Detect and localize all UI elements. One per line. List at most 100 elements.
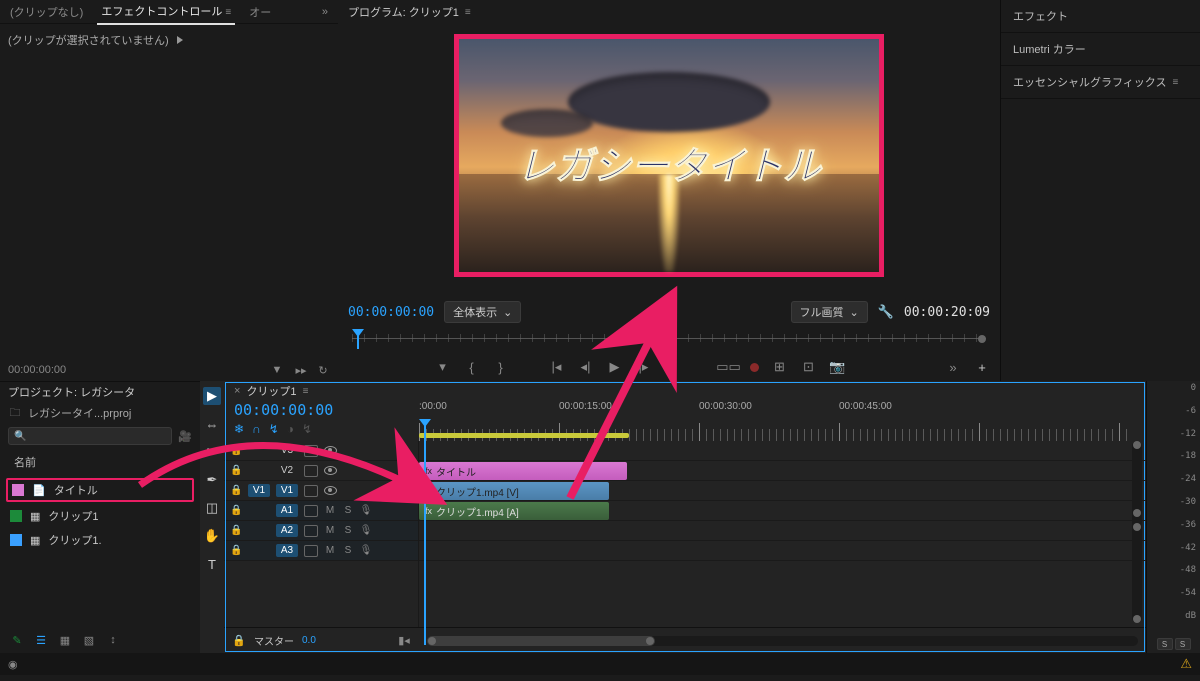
- track-target[interactable]: A2: [276, 524, 298, 537]
- track-lane[interactable]: [419, 521, 1146, 541]
- voice-icon[interactable]: 🎙: [360, 525, 372, 537]
- sync-lock-icon[interactable]: [304, 545, 318, 557]
- tool-3[interactable]: ✒: [203, 471, 221, 489]
- eye-icon[interactable]: [324, 446, 337, 455]
- track-target[interactable]: A1: [276, 504, 298, 517]
- track-header-V1[interactable]: 🔒 V1 V1: [224, 481, 418, 501]
- solo-icon[interactable]: S: [342, 505, 354, 517]
- solo-icon[interactable]: S: [342, 545, 354, 557]
- list-view-icon[interactable]: ☰: [34, 633, 48, 647]
- lock-icon[interactable]: 🔒: [230, 525, 242, 536]
- freeform-view-icon[interactable]: ▧: [82, 633, 96, 647]
- loop-icon[interactable]: ↻: [316, 363, 330, 377]
- magnet-toggle[interactable]: ∩: [252, 422, 261, 436]
- timeline-clip[interactable]: fxクリップ1.mp4 [V]: [419, 482, 609, 500]
- creative-cloud-icon[interactable]: ◉: [8, 658, 18, 671]
- program-monitor[interactable]: レガシータイトル: [454, 34, 884, 277]
- lift-icon[interactable]: ▭▭: [721, 359, 737, 375]
- project-item[interactable]: ▦ クリップ1.: [0, 528, 200, 552]
- tool-4[interactable]: ◫: [203, 499, 221, 517]
- program-scrub-bar[interactable]: [352, 329, 986, 351]
- add-button-icon[interactable]: +: [974, 359, 990, 375]
- eye-icon[interactable]: [324, 466, 337, 475]
- step-fwd-icon[interactable]: |▸: [636, 359, 652, 375]
- step-back-icon[interactable]: ◂|: [578, 359, 594, 375]
- sync-lock-icon[interactable]: [304, 505, 318, 517]
- close-icon[interactable]: ×: [234, 385, 240, 397]
- panel-lumetri[interactable]: Lumetri カラー: [1001, 33, 1200, 66]
- track-lane[interactable]: fxクリップ1.mp4 [V]: [419, 481, 1146, 501]
- eye-icon[interactable]: [324, 486, 337, 495]
- timeline-clip[interactable]: fxクリップ1.mp4 [A]: [419, 502, 609, 520]
- project-search-input[interactable]: 🔍: [8, 427, 172, 445]
- track-lane[interactable]: [419, 541, 1146, 561]
- export-frame-icon[interactable]: 📷: [830, 359, 846, 375]
- sequence-tab[interactable]: クリップ1: [246, 383, 296, 399]
- sort-icon[interactable]: ↕: [106, 633, 120, 647]
- meter-icon[interactable]: ▮◂: [397, 634, 411, 648]
- tab-audio[interactable]: オー: [245, 0, 275, 24]
- tab-no-clip[interactable]: (クリップなし): [6, 0, 87, 24]
- mute-icon[interactable]: M: [324, 525, 336, 537]
- marker-toggle[interactable]: ◑: [287, 422, 294, 436]
- tool-5[interactable]: ✋: [203, 527, 221, 545]
- tab-effect-controls[interactable]: エフェクトコントロール ≡: [97, 0, 235, 25]
- overwrite-icon[interactable]: ⊡: [801, 359, 817, 375]
- sync-lock-icon[interactable]: [304, 485, 318, 497]
- bin-icon[interactable]: 🗀: [8, 406, 22, 420]
- tabs-overflow[interactable]: »: [318, 2, 332, 22]
- goto-in-icon[interactable]: |◂: [549, 359, 565, 375]
- timeline-clip[interactable]: fxタイトル: [419, 462, 627, 480]
- track-target[interactable]: V3: [276, 444, 298, 457]
- track-lane[interactable]: fxタイトル: [419, 461, 1146, 481]
- sync-lock-icon[interactable]: [304, 465, 318, 477]
- solo-left[interactable]: S: [1157, 638, 1173, 650]
- timeline-ruler[interactable]: :00:0000:00:15:0000:00:30:0000:00:45:00: [419, 401, 1146, 441]
- track-header-A1[interactable]: 🔒 A1 MS 🎙: [224, 501, 418, 521]
- wrench-toggle[interactable]: ↯: [302, 422, 312, 436]
- add-marker-icon[interactable]: ▾: [435, 359, 451, 375]
- quality-dropdown[interactable]: フル画質 ⌄: [791, 301, 868, 323]
- sync-lock-icon[interactable]: [304, 445, 318, 457]
- timeline-v-scrollbar[interactable]: [1132, 441, 1142, 623]
- lock-icon[interactable]: 🔒: [230, 485, 242, 496]
- track-header-V2[interactable]: 🔒 V2: [224, 461, 418, 481]
- master-level[interactable]: 0.0: [302, 635, 316, 646]
- panel-effects[interactable]: エフェクト: [1001, 0, 1200, 33]
- funnel-icon[interactable]: ▼: [270, 363, 284, 377]
- mute-icon[interactable]: M: [324, 505, 336, 517]
- voice-icon[interactable]: 🎙: [360, 545, 372, 557]
- mark-in-icon[interactable]: {: [464, 359, 480, 375]
- panel-essential-graphics[interactable]: エッセンシャルグラフィックス ≡: [1001, 66, 1200, 99]
- lock-icon[interactable]: 🔒: [230, 545, 242, 556]
- track-lane[interactable]: fxクリップ1.mp4 [A]: [419, 501, 1146, 521]
- track-lane[interactable]: [419, 441, 1146, 461]
- tool-2[interactable]: ✂: [203, 443, 221, 461]
- lock-icon[interactable]: 🔒: [230, 505, 242, 516]
- tool-0[interactable]: ▶: [203, 387, 221, 405]
- icon-view-icon[interactable]: ▦: [58, 633, 72, 647]
- voice-icon[interactable]: 🎙: [360, 505, 372, 517]
- warning-icon[interactable]: ⚠: [1180, 656, 1192, 672]
- tool-6[interactable]: T: [203, 555, 221, 573]
- camera-icon[interactable]: 🎥: [178, 429, 192, 443]
- lock-icon[interactable]: 🔒: [230, 445, 242, 456]
- track-header-A3[interactable]: 🔒 A3 MS🎙: [224, 541, 418, 561]
- sync-lock-icon[interactable]: [304, 525, 318, 537]
- tool-1[interactable]: ⇔: [203, 415, 221, 433]
- link-toggle[interactable]: ↯: [269, 422, 279, 436]
- zoom-dropdown[interactable]: 全体表示 ⌄: [444, 301, 521, 323]
- project-column-name[interactable]: 名前: [0, 448, 200, 476]
- lock-icon[interactable]: 🔒: [230, 465, 242, 476]
- project-item[interactable]: ▦ クリップ1: [0, 504, 200, 528]
- insert-icon[interactable]: ⊞: [772, 359, 788, 375]
- mute-icon[interactable]: M: [324, 545, 336, 557]
- overflow-icon[interactable]: »: [945, 359, 961, 375]
- lock-icon[interactable]: 🔒: [232, 634, 246, 648]
- track-target[interactable]: V2: [276, 464, 298, 477]
- timeline-h-scrollbar[interactable]: [427, 636, 1138, 646]
- step-icon[interactable]: ▸▸: [294, 363, 308, 377]
- track-header-A2[interactable]: 🔒 A2 MS🎙: [224, 521, 418, 541]
- program-timecode-in[interactable]: 00:00:00:00: [348, 305, 434, 320]
- project-item[interactable]: 📄 タイトル: [6, 478, 194, 502]
